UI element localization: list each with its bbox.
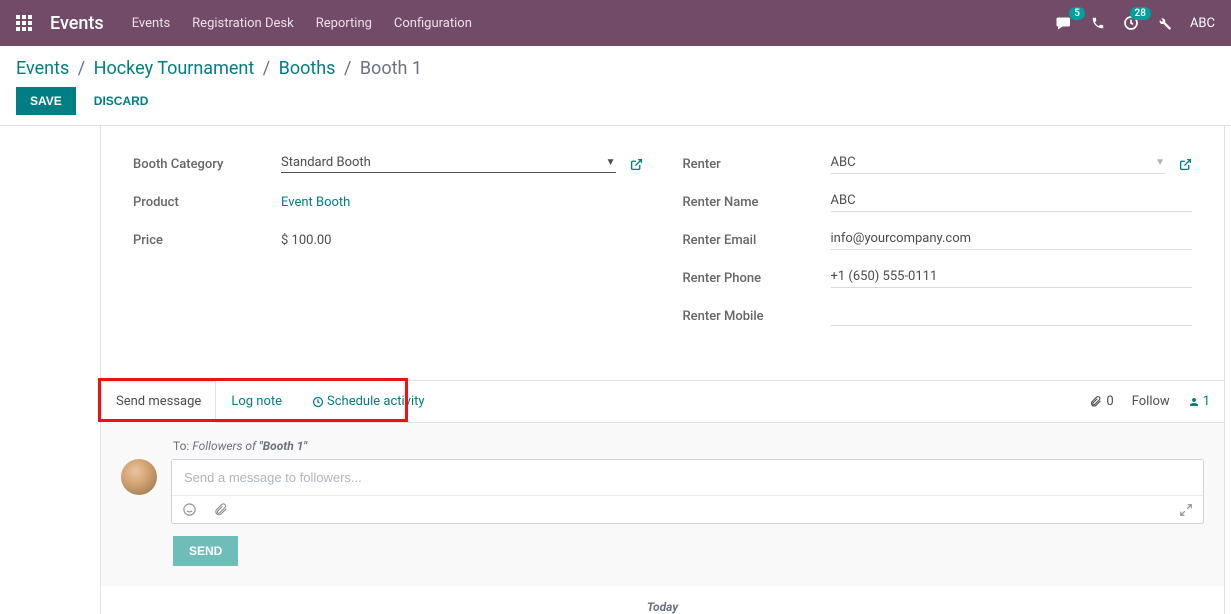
- renter-mobile-label: Renter Mobile: [683, 309, 831, 324]
- avatar: [121, 459, 157, 495]
- chevron-down-icon[interactable]: ▼: [1155, 157, 1165, 168]
- external-link-icon[interactable]: [630, 157, 643, 172]
- chat-icon[interactable]: 5: [1055, 15, 1073, 30]
- price-value: $ 100.00: [281, 233, 643, 248]
- renter-email-label: Renter Email: [683, 233, 831, 248]
- booth-category-label: Booth Category: [133, 157, 281, 172]
- nav-events[interactable]: Events: [132, 16, 170, 31]
- send-button[interactable]: SEND: [173, 536, 238, 566]
- today-label: Today: [101, 586, 1224, 614]
- tools-icon[interactable]: [1157, 15, 1172, 30]
- price-label: Price: [133, 233, 281, 248]
- compose-to: To: Followers of "Booth 1": [173, 439, 1204, 453]
- navbar: Events Events Registration Desk Reportin…: [0, 0, 1231, 46]
- form-sheet: Booth Category Standard Booth ▼ Product …: [100, 126, 1225, 614]
- nav-registration-desk[interactable]: Registration Desk: [192, 16, 294, 31]
- breadcrumb: Events / Hockey Tournament / Booths / Bo…: [16, 58, 1215, 79]
- renter-phone-input[interactable]: +1 (650) 555-0111: [831, 268, 1193, 288]
- renter-mobile-input[interactable]: [831, 306, 1193, 326]
- tab-send-message[interactable]: Send message: [101, 381, 216, 423]
- phone-icon[interactable]: [1091, 16, 1105, 31]
- brand: Events: [50, 13, 104, 34]
- save-button[interactable]: SAVE: [16, 87, 76, 115]
- follow-button[interactable]: Follow: [1132, 394, 1170, 409]
- product-label: Product: [133, 195, 281, 210]
- activity-badge: 28: [1130, 7, 1151, 20]
- product-link[interactable]: Event Booth: [281, 195, 643, 210]
- renter-email-input[interactable]: info@yourcompany.com: [831, 230, 1193, 250]
- breadcrumb-event[interactable]: Hockey Tournament: [94, 58, 255, 79]
- tab-schedule-activity[interactable]: Schedule activity: [297, 381, 440, 422]
- attachments-button[interactable]: 0: [1089, 394, 1113, 409]
- breadcrumb-events[interactable]: Events: [16, 58, 69, 79]
- booth-category-select[interactable]: Standard Booth ▼: [281, 155, 616, 173]
- apps-icon[interactable]: [16, 15, 32, 31]
- nav-reporting[interactable]: Reporting: [316, 16, 372, 31]
- external-link-icon[interactable]: [1179, 157, 1192, 172]
- renter-phone-label: Renter Phone: [683, 271, 831, 286]
- followers-button[interactable]: 1: [1188, 394, 1210, 409]
- discard-button[interactable]: DISCARD: [80, 87, 163, 115]
- chat-badge: 5: [1069, 7, 1085, 20]
- renter-label: Renter: [683, 157, 831, 172]
- breadcrumb-booths[interactable]: Booths: [279, 58, 336, 79]
- activity-icon[interactable]: 28: [1123, 15, 1139, 31]
- renter-name-label: Renter Name: [683, 195, 831, 210]
- attach-icon[interactable]: [213, 502, 228, 517]
- clock-icon: [312, 394, 324, 409]
- expand-icon[interactable]: [1179, 502, 1193, 517]
- nav-user[interactable]: ABC: [1190, 16, 1215, 31]
- emoji-icon[interactable]: [182, 502, 197, 517]
- message-input[interactable]: [172, 460, 1203, 496]
- renter-select[interactable]: ABC ▼: [831, 154, 1166, 174]
- tab-log-note[interactable]: Log note: [216, 381, 297, 422]
- breadcrumb-current: Booth 1: [360, 58, 422, 79]
- renter-name-input[interactable]: ABC: [831, 192, 1193, 212]
- nav-configuration[interactable]: Configuration: [394, 16, 472, 31]
- chevron-down-icon[interactable]: ▼: [606, 157, 616, 168]
